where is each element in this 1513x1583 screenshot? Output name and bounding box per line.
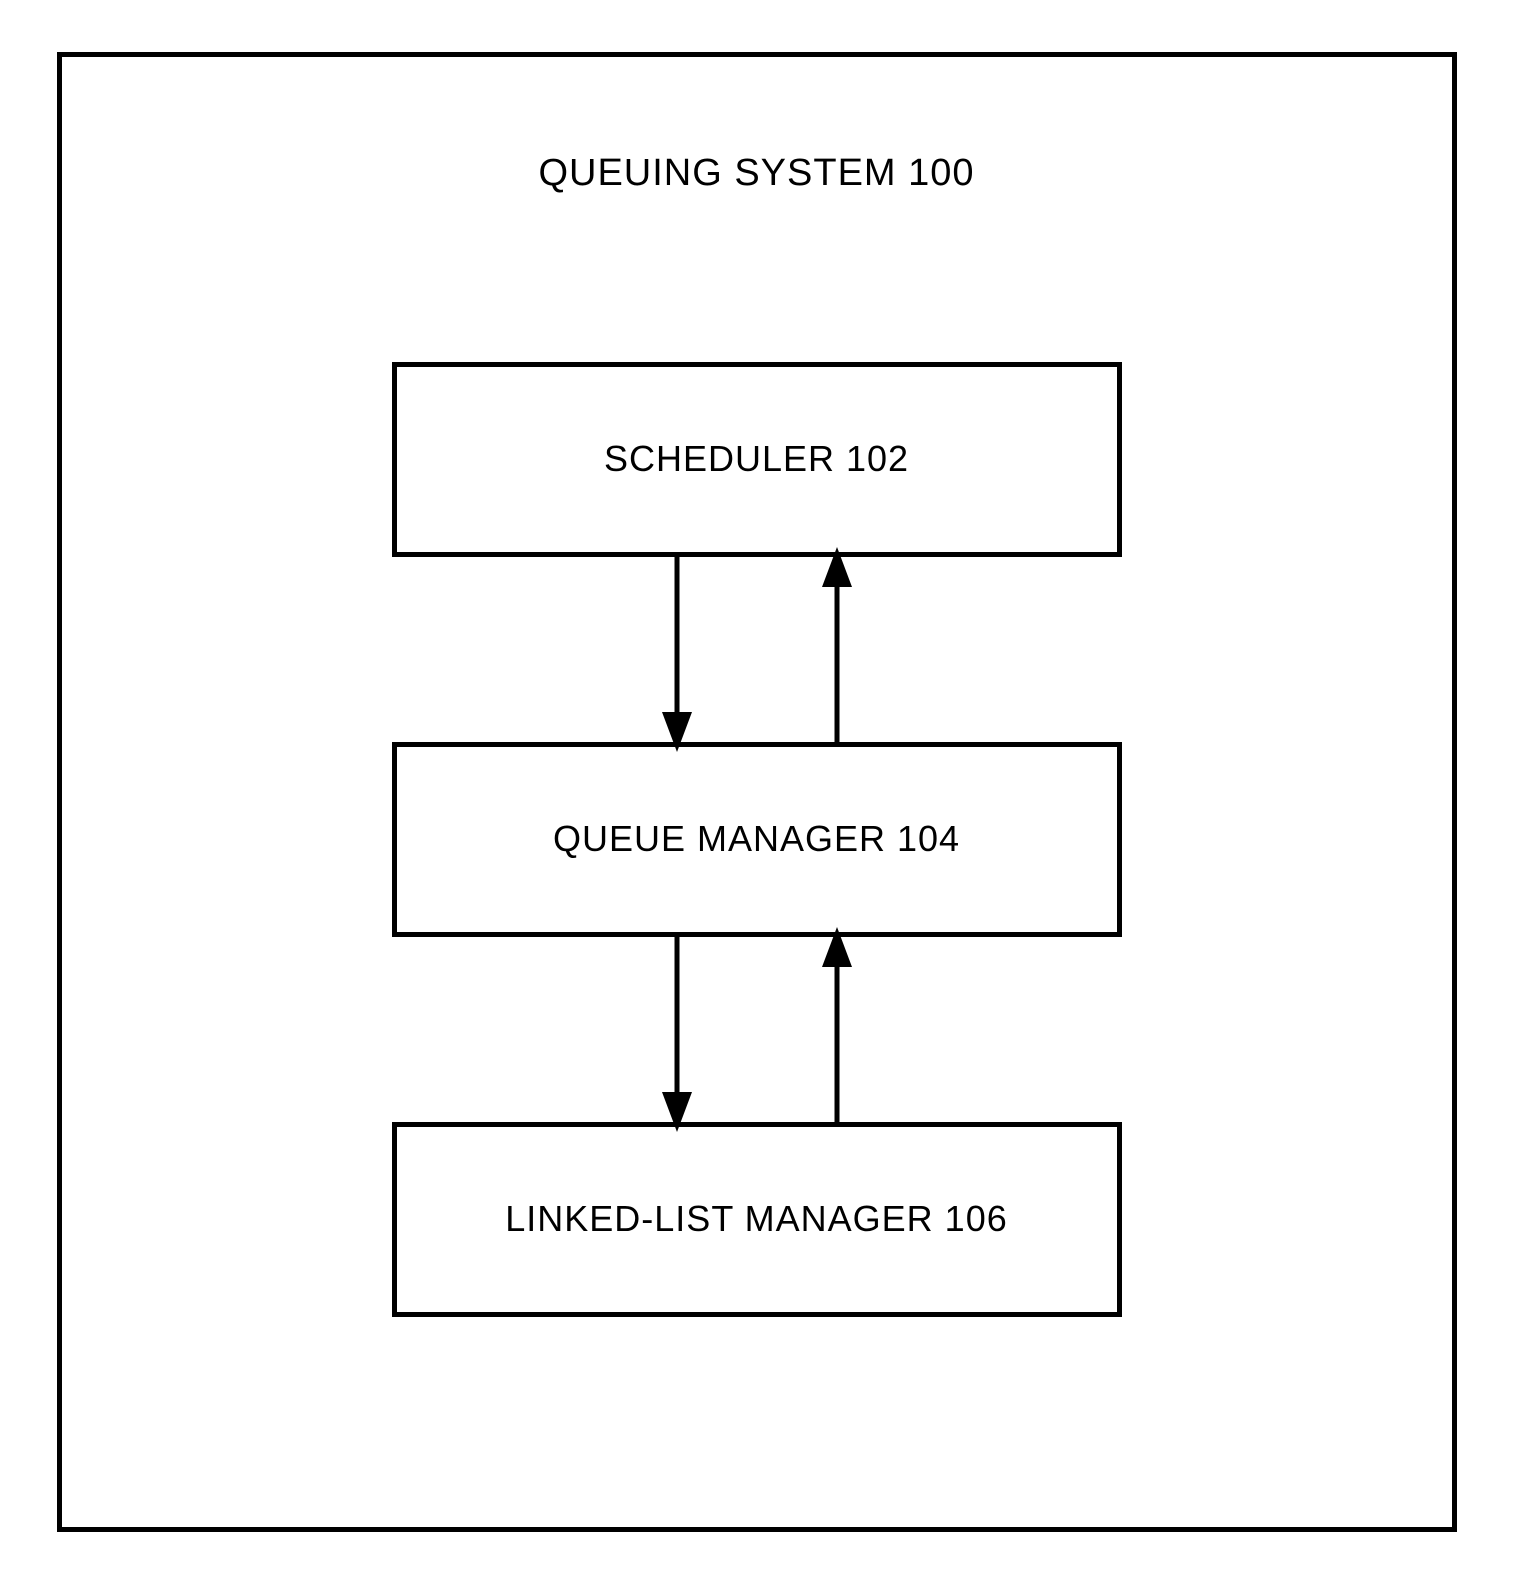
linked-list-manager-box: LINKED-LIST MANAGER 106 — [392, 1122, 1122, 1317]
scheduler-label: SCHEDULER 102 — [604, 438, 909, 480]
system-title: QUEUING SYSTEM 100 — [62, 152, 1452, 195]
linked-list-manager-label: LINKED-LIST MANAGER 106 — [505, 1198, 1008, 1240]
system-container: QUEUING SYSTEM 100 SCHEDULER 102 QUEUE M… — [57, 52, 1457, 1532]
queue-manager-label: QUEUE MANAGER 104 — [553, 818, 960, 860]
queue-manager-box: QUEUE MANAGER 104 — [392, 742, 1122, 937]
scheduler-box: SCHEDULER 102 — [392, 362, 1122, 557]
